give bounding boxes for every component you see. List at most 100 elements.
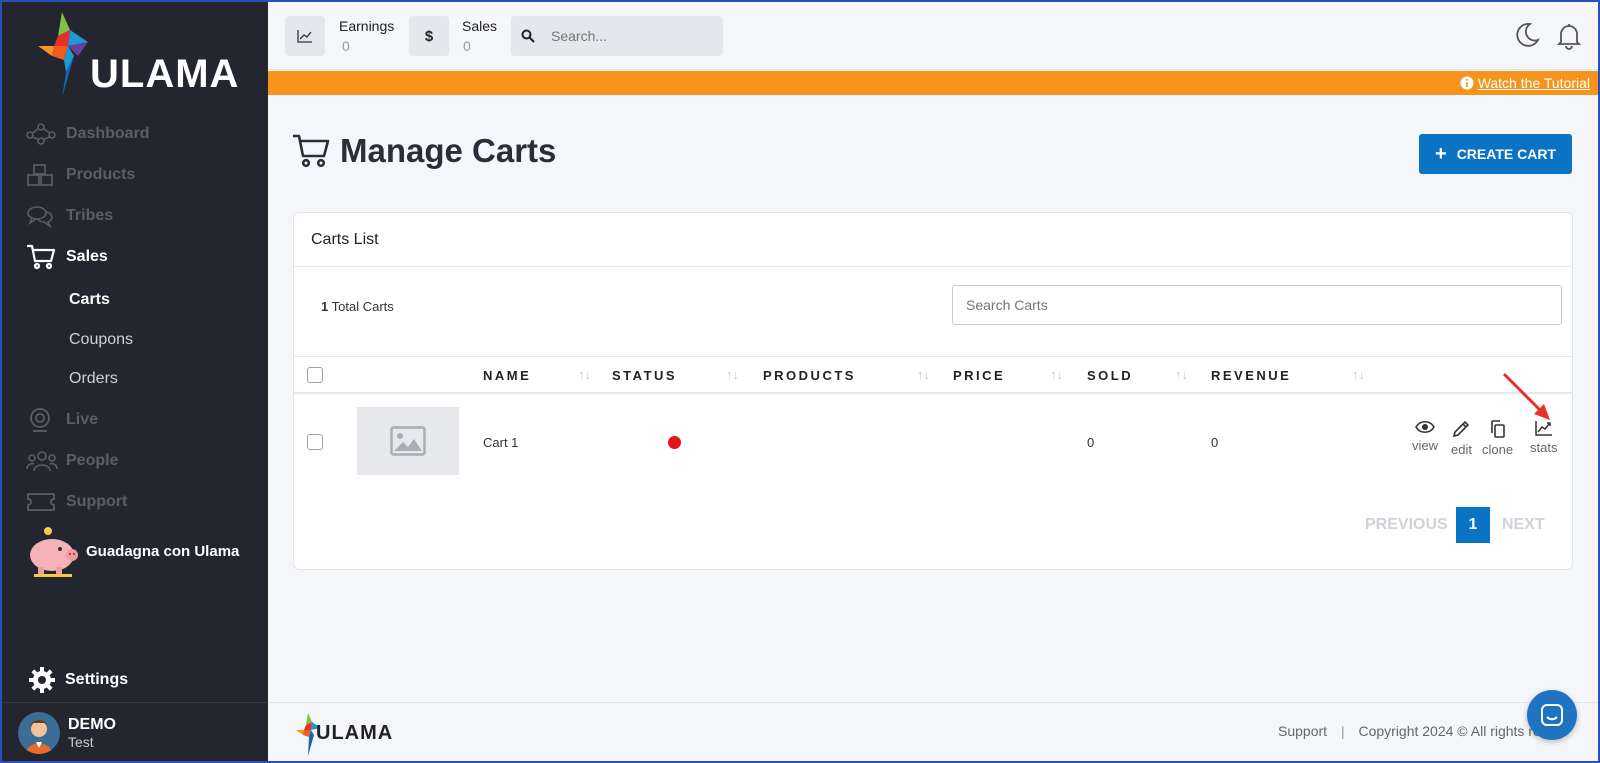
cart-thumbnail[interactable]	[357, 407, 459, 475]
cart-icon	[293, 134, 330, 168]
total-count: 1	[321, 299, 329, 314]
sort-icon[interactable]: ↑↓	[1175, 367, 1188, 382]
sort-icon[interactable]: ↑↓	[1352, 367, 1365, 382]
cart-name[interactable]: Cart 1	[483, 435, 518, 450]
sort-icon[interactable]: ↑↓	[1050, 367, 1063, 382]
sidebar-item-label: Live	[66, 411, 99, 428]
user-profile[interactable]: DEMO Test	[0, 702, 268, 763]
cubes-icon	[26, 160, 58, 190]
create-cart-label: CREATE CART	[1456, 146, 1556, 162]
top-search-input[interactable]	[551, 28, 701, 44]
watch-tutorial-link[interactable]: Watch the Tutorial	[1478, 75, 1590, 91]
footer-links: Support | Copyright 2024 © All rights re…	[1278, 723, 1548, 739]
sales-icon-box[interactable]: $	[409, 16, 449, 56]
stats-action[interactable]: stats	[1530, 420, 1557, 455]
cart-revenue: 0	[1211, 435, 1219, 450]
sidebar-subitem-carts[interactable]: Carts	[69, 291, 110, 309]
search-carts-input[interactable]	[952, 285, 1562, 325]
sales-value: 0	[463, 38, 471, 54]
sidebar-subitem-orders[interactable]: Orders	[69, 370, 118, 388]
sidebar-item-sales[interactable]: Sales	[26, 242, 108, 272]
footer-logo-text: ULAMA	[316, 722, 394, 744]
pagination-page-1[interactable]: 1	[1456, 507, 1490, 543]
total-label: Total Carts	[331, 299, 394, 314]
info-icon	[1460, 76, 1474, 90]
plus-icon: +	[1435, 142, 1447, 165]
earnings-icon-box[interactable]	[285, 16, 325, 56]
topbar: Earnings 0 $ Sales 0	[268, 0, 1600, 70]
card-title: Carts List	[294, 213, 1572, 267]
sort-icon[interactable]: ↑↓	[726, 367, 739, 382]
sort-icon[interactable]: ↑↓	[578, 367, 591, 382]
view-action[interactable]: view	[1412, 420, 1438, 453]
promo-label: Guadagna con Ulama	[86, 542, 240, 560]
tutorial-banner: Watch the Tutorial	[268, 71, 1600, 95]
sort-icon[interactable]: ↑↓	[917, 367, 930, 382]
edit-label: edit	[1451, 442, 1472, 457]
dashboard-icon	[26, 119, 58, 149]
dollar-icon: $	[424, 27, 434, 45]
sidebar-item-products[interactable]: Products	[26, 160, 135, 190]
settings-label: Settings	[65, 671, 129, 688]
image-placeholder-icon	[390, 426, 426, 456]
sidebar-item-live[interactable]: Live	[26, 405, 98, 435]
column-header-products[interactable]: PRODUCTS	[763, 368, 856, 383]
edit-action[interactable]: edit	[1451, 420, 1472, 457]
eye-icon	[1415, 420, 1435, 434]
sidebar-item-label: People	[66, 452, 119, 469]
clone-label: clone	[1482, 442, 1514, 457]
webcam-icon	[26, 405, 58, 435]
sidebar-item-dashboard[interactable]: Dashboard	[26, 119, 150, 149]
user-name: DEMO	[68, 716, 116, 733]
status-indicator	[668, 436, 681, 449]
pencil-icon	[1453, 420, 1470, 438]
sidebar-subitem-coupons[interactable]: Coupons	[69, 331, 133, 349]
column-header-price[interactable]: PRICE	[953, 368, 1005, 383]
sidebar-item-label: Support	[66, 493, 128, 510]
top-search	[511, 16, 723, 56]
sidebar-item-label: Products	[66, 166, 136, 183]
column-header-name[interactable]: NAME	[483, 368, 531, 383]
create-cart-button[interactable]: + CREATE CART	[1419, 134, 1572, 174]
ticket-icon	[26, 487, 58, 517]
select-all-checkbox[interactable]	[307, 367, 323, 383]
user-subtitle: Test	[68, 734, 94, 750]
search-icon	[521, 29, 535, 43]
page-title-text: Manage Carts	[340, 132, 557, 169]
table-row: Cart 1 0 0 view edit clone stats	[294, 394, 1572, 488]
pagination-previous[interactable]: PREVIOUS	[1365, 516, 1448, 534]
row-checkbox[interactable]	[307, 434, 323, 450]
ulama-logo[interactable]: ULAMA	[34, 12, 244, 100]
sidebar-item-tribes[interactable]: Tribes	[26, 201, 113, 231]
cart-sold: 0	[1087, 435, 1095, 450]
bell-icon[interactable]	[1556, 22, 1582, 50]
sidebar: ULAMA Dashboard Products Tribes Sales Ca…	[0, 0, 268, 763]
footer-support-link[interactable]: Support	[1278, 723, 1327, 739]
column-header-revenue[interactable]: REVENUE	[1211, 368, 1291, 383]
page-title: Manage Carts	[292, 132, 556, 170]
sidebar-item-settings[interactable]: Settings	[28, 666, 128, 694]
annotation-arrow-icon	[1502, 372, 1550, 420]
bird-logo-icon	[38, 12, 88, 98]
chat-icon	[1541, 704, 1563, 726]
piggy-bank-icon	[30, 527, 78, 577]
chat-bubbles-icon	[26, 201, 58, 231]
column-header-status[interactable]: STATUS	[612, 368, 677, 383]
sidebar-item-support[interactable]: Support	[26, 487, 127, 517]
sidebar-item-people[interactable]: People	[26, 446, 118, 476]
column-header-sold[interactable]: SOLD	[1087, 368, 1133, 383]
footer-copyright: Copyright 2024 © All rights res	[1358, 723, 1548, 739]
avatar	[18, 712, 60, 754]
stats-label: stats	[1530, 440, 1558, 455]
sidebar-promo-earn[interactable]: Guadagna con Ulama	[26, 525, 239, 577]
sales-label: Sales	[462, 18, 498, 34]
clone-action[interactable]: clone	[1482, 420, 1513, 457]
line-chart-icon	[297, 30, 312, 43]
table-header: NAME ↑↓ STATUS ↑↓ PRODUCTS ↑↓ PRICE ↑↓ S…	[294, 356, 1572, 394]
earnings-label: Earnings	[339, 18, 395, 34]
chat-launcher-button[interactable]	[1527, 690, 1577, 740]
dark-mode-moon-icon[interactable]	[1514, 22, 1540, 48]
pagination-next[interactable]: NEXT	[1502, 516, 1545, 534]
earnings-value: 0	[342, 38, 350, 54]
view-label: view	[1412, 438, 1439, 453]
